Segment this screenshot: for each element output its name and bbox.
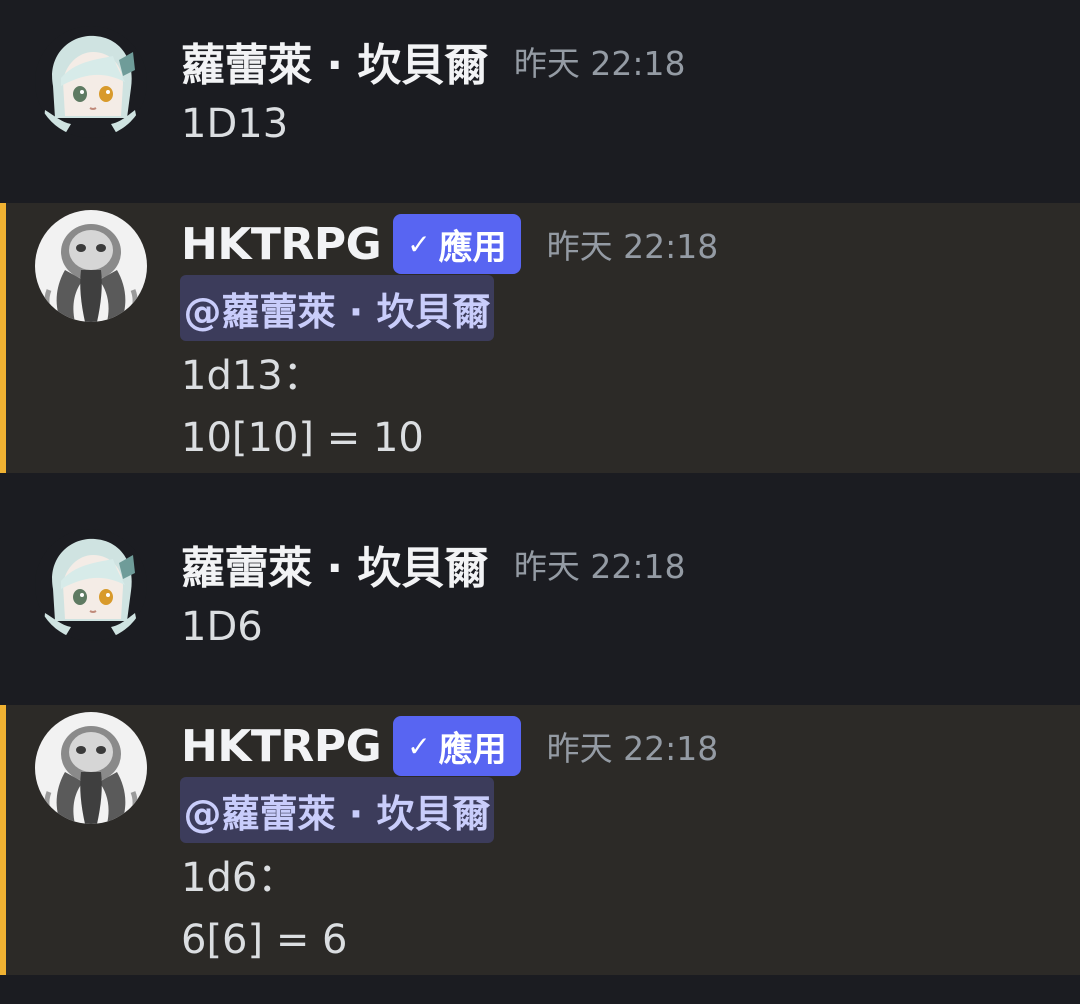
user-mention[interactable]: @蘿蕾萊 · 坎貝爾 <box>180 275 494 341</box>
username[interactable]: 蘿蕾萊 · 坎貝爾 <box>181 532 488 596</box>
check-icon: ✓ <box>407 729 431 763</box>
anime-girl-avatar-icon <box>35 26 147 138</box>
badge-label: 應用 <box>438 729 507 770</box>
message-header: HKTRPG ✓ 應用 昨天 22:18 <box>181 212 718 276</box>
message[interactable]: 蘿蕾萊 · 坎貝爾 昨天 22:18 1D6 <box>0 503 1080 703</box>
timestamp: 昨天 22:18 <box>546 227 719 266</box>
user-mention[interactable]: @蘿蕾萊 · 坎貝爾 <box>180 777 494 843</box>
message-text: 1D13 <box>181 101 289 147</box>
app-badge: ✓ 應用 <box>393 716 521 776</box>
message[interactable]: HKTRPG ✓ 應用 昨天 22:18 @蘿蕾萊 · 坎貝爾 1d6： 6[6… <box>0 705 1080 975</box>
message[interactable]: 蘿蕾萊 · 坎貝爾 昨天 22:18 1D13 <box>0 0 1080 200</box>
timestamp: 昨天 22:18 <box>513 547 686 586</box>
check-icon: ✓ <box>407 227 431 261</box>
message-text: 1d6： <box>181 855 298 901</box>
message-text: 10[10] = 10 <box>181 415 424 461</box>
message-header: HKTRPG ✓ 應用 昨天 22:18 <box>181 714 718 778</box>
timestamp: 昨天 22:18 <box>546 729 719 768</box>
bot-avatar[interactable] <box>35 210 147 322</box>
username[interactable]: 蘿蕾萊 · 坎貝爾 <box>181 29 488 93</box>
bot-avatar[interactable] <box>35 712 147 824</box>
username[interactable]: HKTRPG <box>181 219 382 270</box>
app-badge: ✓ 應用 <box>393 214 521 274</box>
message-header: 蘿蕾萊 · 坎貝爾 昨天 22:18 <box>181 29 685 93</box>
octopus-mask-avatar-icon <box>35 712 147 824</box>
message-text: 1d13： <box>181 353 323 399</box>
timestamp: 昨天 22:18 <box>513 44 686 83</box>
username[interactable]: HKTRPG <box>181 721 382 772</box>
user-avatar[interactable] <box>35 26 147 138</box>
octopus-mask-avatar-icon <box>35 210 147 322</box>
mention-highlight-bar <box>0 203 6 473</box>
user-avatar[interactable] <box>35 529 147 641</box>
message-text: 6[6] = 6 <box>181 917 348 963</box>
message-text: 1D6 <box>181 604 263 650</box>
anime-girl-avatar-icon <box>35 529 147 641</box>
message-header: 蘿蕾萊 · 坎貝爾 昨天 22:18 <box>181 532 685 596</box>
badge-label: 應用 <box>438 227 507 268</box>
message[interactable]: HKTRPG ✓ 應用 昨天 22:18 @蘿蕾萊 · 坎貝爾 1d13： 10… <box>0 203 1080 473</box>
mention-highlight-bar <box>0 705 6 975</box>
